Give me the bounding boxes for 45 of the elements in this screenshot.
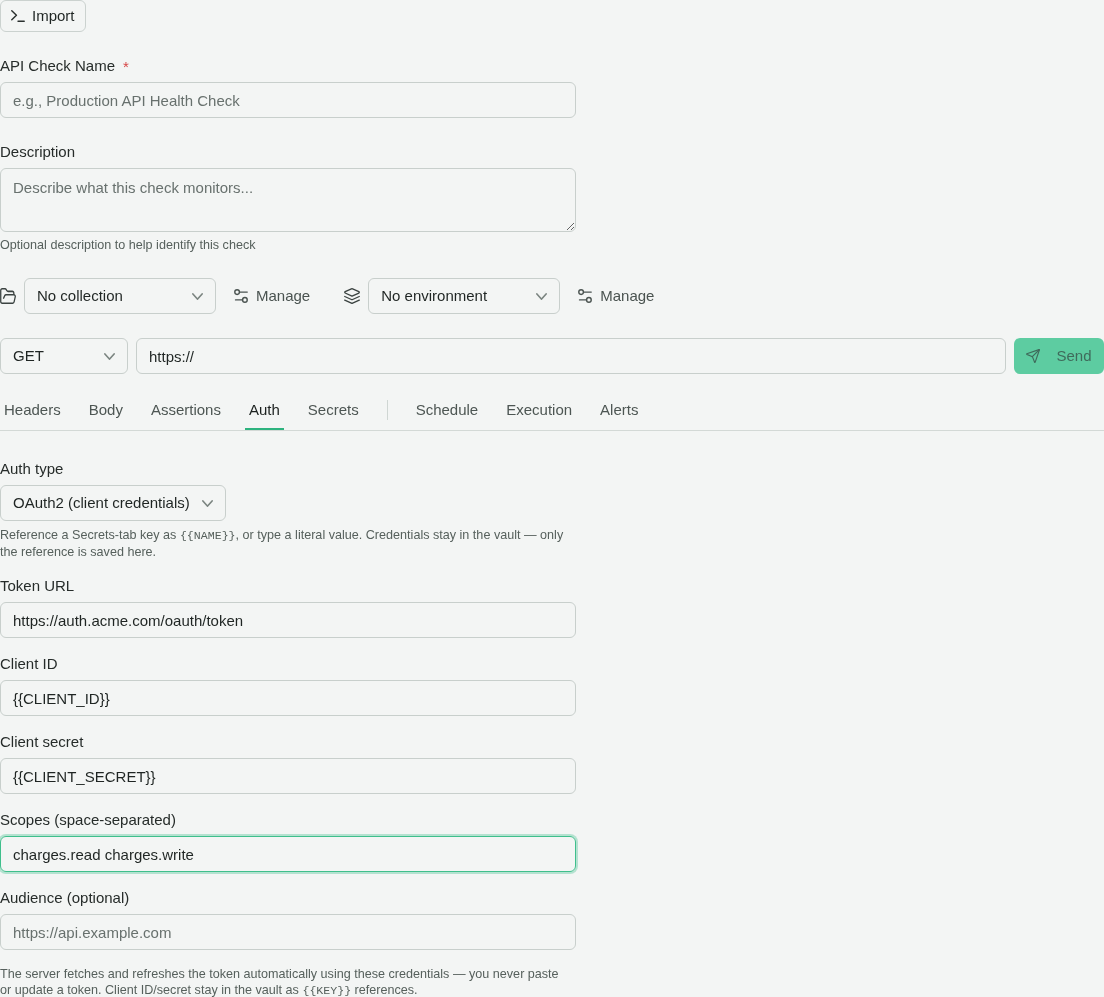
field-label: Scopes (space-separated)	[0, 810, 176, 830]
layers-icon	[344, 288, 361, 304]
tab[interactable]: Secrets	[303, 390, 363, 430]
text-input[interactable]: https://auth.acme.com/oauth/token	[0, 602, 576, 638]
tab[interactable]: Assertions	[146, 390, 225, 430]
manage-button[interactable]: Manage	[568, 278, 665, 314]
help-text: The server fetches and refreshes the token automatically using these credentials — you never paste or update a token. Client ID/secret stay in the vault as {{KEY}} references.	[0, 966, 560, 997]
folder-icon	[0, 288, 16, 304]
manage-button[interactable]: Manage	[224, 278, 321, 314]
field-label: Description	[0, 142, 76, 162]
tab[interactable]: Execution	[502, 390, 577, 430]
name-input[interactable]: e.g., Production API Health Check	[0, 82, 576, 118]
text-input[interactable]: {{CLIENT_SECRET}}	[0, 758, 576, 794]
terminal-icon	[11, 10, 25, 22]
tab[interactable]: Headers	[0, 390, 65, 430]
help-text: Optional description to help identify this check	[0, 237, 256, 253]
tab[interactable]: Auth	[244, 390, 284, 430]
auth-type-select[interactable]: OAuth2 (client credentials)	[0, 485, 226, 521]
text-input[interactable]: https://api.example.com	[0, 914, 576, 950]
text-input[interactable]: {{CLIENT_ID}}	[0, 680, 576, 716]
help-text: Reference a Secrets-tab key as {{NAME}}, or type a literal value. Credentials stay in the vault — only the reference is saved here.	[0, 527, 565, 560]
sliders-icon	[578, 289, 593, 303]
field-label: API Check Name	[0, 56, 116, 76]
environment-select[interactable]: No environment	[368, 278, 561, 314]
tab[interactable]: Alerts	[596, 390, 643, 430]
required-asterisk: *	[123, 57, 129, 77]
tab[interactable]: Schedule	[411, 390, 483, 430]
chevron-down-icon	[192, 292, 203, 300]
import-button[interactable]: Import	[0, 0, 86, 32]
description-textarea[interactable]: Describe what this check monitors...	[0, 168, 576, 232]
chevron-down-icon	[202, 499, 213, 507]
tab[interactable]: Body	[84, 390, 127, 430]
sliders-icon	[234, 289, 248, 303]
field-label: Client secret	[0, 732, 84, 752]
url-input[interactable]: https://	[136, 338, 1006, 374]
field-label: Token URL	[0, 576, 75, 596]
method-select[interactable]: GET	[0, 338, 128, 374]
collection-select[interactable]: No collection	[24, 278, 216, 314]
chevron-down-icon	[536, 292, 548, 300]
field-label: Audience (optional)	[0, 888, 130, 908]
send-icon	[1026, 349, 1041, 363]
chevron-down-icon	[104, 352, 115, 360]
text-input[interactable]: charges.read charges.write	[0, 836, 576, 872]
field-label: Auth type	[0, 459, 64, 479]
field-label: Client ID	[0, 654, 58, 674]
